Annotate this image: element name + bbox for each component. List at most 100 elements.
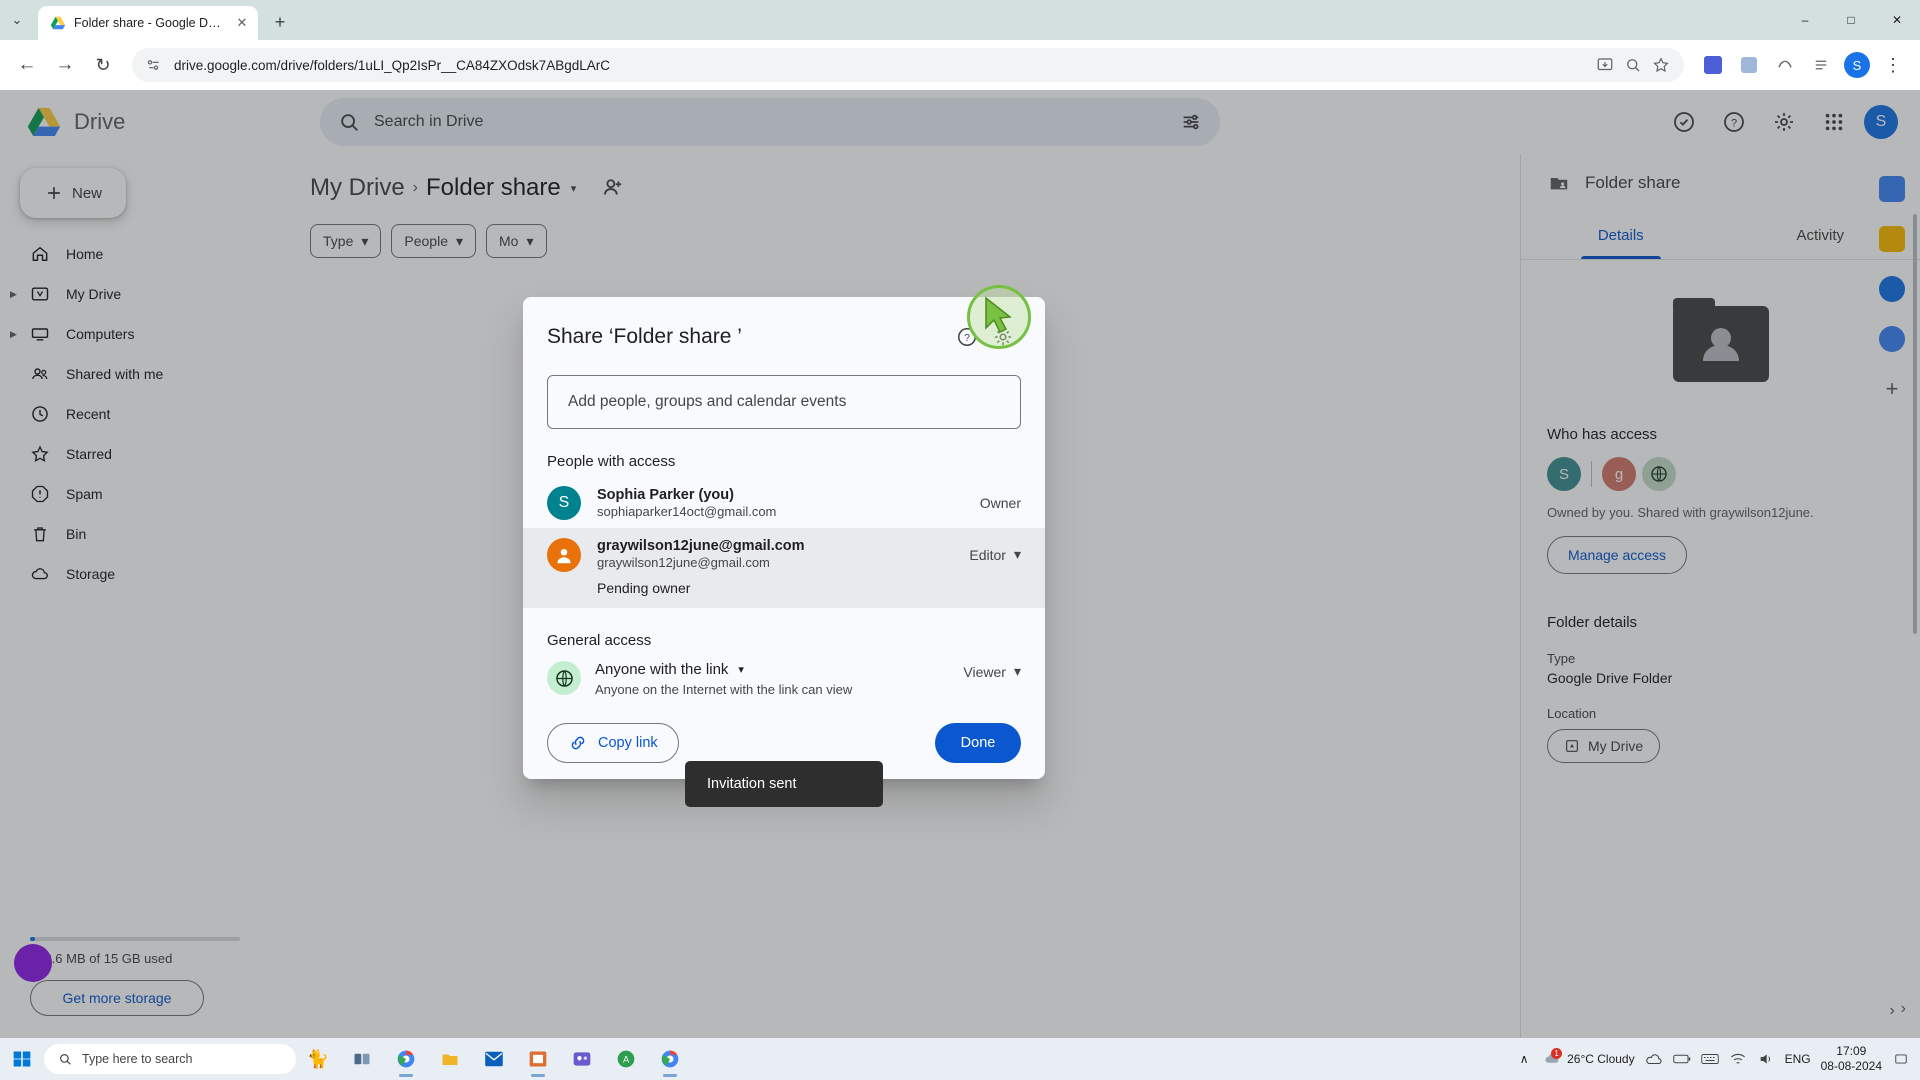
general-access-description: Anyone on the Internet with the link can…	[595, 682, 853, 697]
reload-icon[interactable]: ↻	[86, 48, 120, 82]
task-view-icon[interactable]	[340, 1038, 384, 1080]
back-icon[interactable]: ←	[10, 48, 44, 82]
permission-label: Viewer	[963, 663, 1006, 680]
system-tray: ∧ 1 26°C Cloudy ENG 17:09 08-08-2024	[1515, 1044, 1920, 1074]
person-info: Sophia Parker (you) sophiaparker14oct@gm…	[597, 487, 964, 519]
done-button[interactable]: Done	[935, 285, 1031, 763]
share-dialog-header: Share ‘Folder share ’ ?	[523, 297, 1045, 361]
clock-date: 08-08-2024	[1820, 1059, 1882, 1073]
language-indicator[interactable]: ENG	[1785, 1052, 1811, 1066]
browser-tab[interactable]: Folder share - Google Drive ✕	[38, 6, 258, 40]
chrome-2-icon[interactable]	[648, 1038, 692, 1080]
forward-icon[interactable]: →	[48, 48, 82, 82]
person-icon	[557, 548, 571, 564]
browser-toolbar: ← → ↻ drive.google.com/drive/folders/1uL…	[0, 40, 1920, 90]
general-access-info: Anyone with the link ▾ Anyone on the Int…	[595, 661, 949, 697]
drive-page: Drive Search in Drive ? S New Home ▶ My …	[0, 90, 1920, 1040]
clock-time: 17:09	[1836, 1044, 1867, 1058]
windows-icon[interactable]	[0, 1038, 44, 1080]
install-app-icon[interactable]	[1596, 56, 1614, 74]
tab-strip: ⌄ Folder share - Google Drive ✕ + – □ ✕	[0, 0, 1920, 40]
person-role-dropdown[interactable]: Editor ▾	[969, 538, 1021, 563]
extension-4-icon[interactable]	[1804, 48, 1838, 82]
chevron-down-icon: ▾	[1013, 663, 1021, 679]
teams-icon[interactable]	[560, 1038, 604, 1080]
chevron-down-icon: ▾	[1013, 546, 1021, 562]
explorer-icon[interactable]	[428, 1038, 472, 1080]
pending-owner-status: Pending owner	[597, 580, 691, 596]
url-text: drive.google.com/drive/folders/1uLI_Qp2I…	[174, 57, 610, 73]
person-email: graywilson12june@gmail.com	[597, 555, 770, 570]
chrome-icon[interactable]	[384, 1038, 428, 1080]
window-controls: – □ ✕	[1782, 0, 1920, 40]
person-role: Owner	[980, 495, 1021, 511]
chevron-up-icon[interactable]: ∧	[1515, 1050, 1533, 1068]
zoom-icon[interactable]	[1624, 56, 1642, 74]
extension-2-icon[interactable]	[1732, 48, 1766, 82]
mail-icon[interactable]	[472, 1038, 516, 1080]
copy-link-button[interactable]: Copy link	[547, 723, 679, 763]
notifications-icon[interactable]	[1892, 1050, 1910, 1068]
new-tab-button[interactable]: +	[266, 8, 294, 36]
svg-text:A: A	[623, 1054, 630, 1064]
toolbar-extensions: S ⋮	[1696, 48, 1910, 82]
person-name: Sophia Parker (you)	[597, 487, 734, 503]
google-drive-icon	[50, 16, 66, 30]
profile-avatar[interactable]: S	[1840, 48, 1874, 82]
clock[interactable]: 17:09 08-08-2024	[1821, 1044, 1882, 1074]
avatar	[547, 538, 581, 572]
extension-1-icon[interactable]	[1696, 48, 1730, 82]
minimize-button[interactable]: –	[1782, 0, 1828, 40]
close-window-button[interactable]: ✕	[1874, 0, 1920, 40]
tab-search-chevron-icon[interactable]: ⌄	[0, 0, 34, 40]
mouse-cursor-icon	[985, 296, 1012, 334]
general-access-permission-dropdown[interactable]: Viewer ▾	[963, 661, 1021, 680]
browser-window: ⌄ Folder share - Google Drive ✕ + – □ ✕ …	[0, 0, 1920, 1080]
toast-notification: Invitation sent	[685, 761, 883, 807]
extension-3-icon[interactable]	[1768, 48, 1802, 82]
add-people-placeholder: Add people, groups and calendar events	[568, 393, 847, 410]
bookmark-star-icon[interactable]	[1652, 56, 1670, 74]
cat-icon[interactable]: 🐈	[296, 1038, 340, 1080]
weather-widget[interactable]: 1 26°C Cloudy	[1543, 1048, 1635, 1068]
taskbar-search[interactable]: Type here to search	[44, 1044, 296, 1074]
store-icon[interactable]	[516, 1038, 560, 1080]
role-label: Editor	[969, 546, 1006, 563]
avatar: S	[1844, 52, 1870, 78]
close-icon[interactable]: ✕	[232, 13, 252, 33]
share-dialog-title: Share ‘Folder share ’	[547, 325, 742, 348]
done-label: Done	[960, 735, 996, 751]
person-info: graywilson12june@gmail.com graywilson12j…	[597, 538, 953, 596]
network-icon[interactable]	[1729, 1050, 1747, 1068]
volume-icon[interactable]	[1757, 1050, 1775, 1068]
tab-title: Folder share - Google Drive	[74, 16, 224, 30]
floating-app-bubble[interactable]	[14, 944, 52, 982]
people-with-access-heading: People with access	[547, 453, 676, 470]
chrome-menu-icon[interactable]: ⋮	[1876, 48, 1910, 82]
general-access-value: Anyone with the link	[595, 661, 729, 678]
maximize-button[interactable]: □	[1828, 0, 1874, 40]
link-icon	[571, 736, 585, 750]
omnibox-actions	[1596, 56, 1670, 74]
search-icon	[60, 1054, 71, 1065]
person-email: sophiaparker14oct@gmail.com	[597, 504, 777, 519]
chevron-down-icon: ▾	[738, 664, 744, 676]
weather-text: 26°C Cloudy	[1567, 1052, 1635, 1066]
address-bar[interactable]: drive.google.com/drive/folders/1uLI_Qp2I…	[132, 48, 1684, 82]
battery-icon[interactable]	[1672, 1050, 1691, 1068]
site-settings-icon[interactable]	[146, 57, 162, 73]
avatar: S	[547, 486, 581, 520]
add-people-input[interactable]: Add people, groups and calendar events	[547, 375, 1021, 429]
antivirus-icon[interactable]: A	[604, 1038, 648, 1080]
cursor-highlight	[967, 285, 1031, 349]
copy-link-label: Copy link	[598, 735, 658, 751]
general-access-dropdown[interactable]: Anyone with the link ▾	[595, 661, 949, 678]
person-row-pending-owner[interactable]: graywilson12june@gmail.com graywilson12j…	[523, 528, 1045, 608]
keyboard-icon[interactable]	[1700, 1050, 1719, 1068]
general-access-row: Anyone with the link ▾ Anyone on the Int…	[523, 657, 1045, 697]
globe-icon	[547, 661, 581, 695]
person-name: graywilson12june@gmail.com	[597, 538, 805, 554]
onedrive-icon[interactable]	[1645, 1050, 1663, 1068]
person-row-owner[interactable]: S Sophia Parker (you) sophiaparker14oct@…	[523, 478, 1045, 528]
windows-taskbar: Type here to search 🐈 A ∧ 1 26°C Cloudy …	[0, 1038, 1920, 1080]
